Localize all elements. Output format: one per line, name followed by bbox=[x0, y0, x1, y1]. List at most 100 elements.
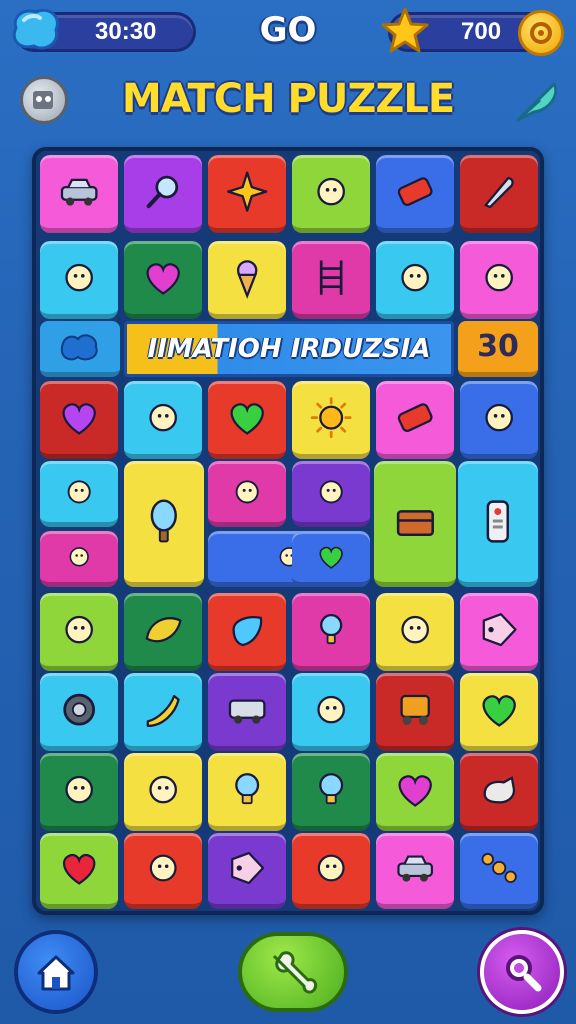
knife-tile[interactable] bbox=[460, 155, 538, 233]
ornament-tile[interactable] bbox=[460, 241, 538, 319]
tape-icon bbox=[485, 403, 513, 432]
gear-icon bbox=[530, 22, 552, 44]
cheese-tile[interactable] bbox=[40, 753, 118, 831]
page-title: MATCH PUZZLE bbox=[121, 76, 455, 122]
tag-tile[interactable] bbox=[460, 593, 538, 671]
tire-tile[interactable] bbox=[40, 673, 118, 751]
banner-left-tile[interactable] bbox=[40, 321, 120, 377]
remote-tile[interactable] bbox=[458, 461, 538, 587]
sun-icon bbox=[310, 397, 352, 438]
balloon-tile[interactable] bbox=[124, 461, 204, 587]
home-button[interactable] bbox=[14, 930, 98, 1014]
scissors-tile[interactable] bbox=[40, 531, 118, 587]
cart-icon bbox=[400, 694, 430, 725]
heart-icon bbox=[230, 403, 264, 435]
gem-icon[interactable] bbox=[10, 6, 64, 52]
robot-toy-tile[interactable] bbox=[40, 241, 118, 319]
tag-icon bbox=[482, 612, 517, 647]
bone-toy-icon bbox=[67, 479, 91, 504]
coin-add-button[interactable] bbox=[518, 10, 564, 56]
magnifier-tile[interactable] bbox=[124, 155, 202, 233]
tool-button[interactable] bbox=[238, 932, 348, 1012]
robot-toy-icon bbox=[65, 263, 93, 292]
ping-pong-icon bbox=[317, 695, 345, 724]
maraca-tile[interactable] bbox=[124, 833, 202, 909]
wrench-icon bbox=[272, 951, 318, 994]
chick-icon bbox=[317, 855, 345, 882]
tape-tile[interactable] bbox=[460, 381, 538, 459]
eraser-tile[interactable] bbox=[376, 381, 454, 459]
shrimp-icon bbox=[317, 177, 345, 206]
heart-icon bbox=[62, 854, 96, 886]
heart-icon bbox=[319, 546, 343, 569]
chick-tile[interactable] bbox=[292, 833, 370, 909]
tire-icon bbox=[63, 693, 95, 726]
tag-tile[interactable] bbox=[208, 833, 286, 909]
star-tile[interactable] bbox=[208, 155, 286, 233]
bulb-icon bbox=[319, 772, 343, 804]
eraser-icon bbox=[397, 403, 433, 432]
ladder-tile[interactable] bbox=[292, 241, 370, 319]
sun-tile[interactable] bbox=[292, 381, 370, 459]
combo-banner: IIMATIOH IRDUZSIA bbox=[124, 321, 454, 377]
car-tile[interactable] bbox=[40, 155, 118, 233]
shrimp-tile[interactable] bbox=[292, 155, 370, 233]
gem-tile[interactable] bbox=[208, 593, 286, 671]
heart-tile[interactable] bbox=[40, 381, 118, 459]
bone-tile[interactable] bbox=[460, 833, 538, 909]
heart-tile[interactable] bbox=[40, 833, 118, 909]
lemon-face-tile[interactable] bbox=[40, 593, 118, 671]
splash-icon bbox=[60, 333, 98, 360]
knife-icon bbox=[484, 176, 514, 209]
lamp-icon bbox=[319, 613, 343, 644]
heart-icon bbox=[398, 775, 432, 807]
drill-tile[interactable] bbox=[376, 241, 454, 319]
maraca-icon bbox=[149, 855, 177, 882]
heart-tile[interactable] bbox=[292, 531, 370, 587]
ice-cream-tile[interactable] bbox=[208, 241, 286, 319]
heart-tile[interactable] bbox=[208, 381, 286, 459]
bottle-icon bbox=[149, 403, 177, 432]
car-icon bbox=[60, 178, 98, 206]
gear-box-tile[interactable] bbox=[292, 461, 370, 527]
bottle-tile[interactable] bbox=[124, 381, 202, 459]
cart-tile[interactable] bbox=[376, 673, 454, 751]
profile-robot-button[interactable] bbox=[20, 76, 68, 124]
heart-icon bbox=[62, 403, 96, 435]
feather-icon[interactable] bbox=[510, 74, 564, 128]
shoe-tile[interactable] bbox=[124, 753, 202, 831]
remote-icon bbox=[486, 500, 510, 543]
chest-tile[interactable] bbox=[374, 461, 456, 587]
gear-box-icon bbox=[319, 479, 343, 504]
bulb-tile[interactable] bbox=[292, 753, 370, 831]
banana-tile[interactable] bbox=[124, 673, 202, 751]
car-tile[interactable] bbox=[376, 833, 454, 909]
banana-icon bbox=[146, 694, 180, 727]
robot-icon bbox=[33, 91, 53, 109]
scissors-icon bbox=[69, 546, 89, 567]
ping-pong-tile[interactable] bbox=[292, 673, 370, 751]
move-counter-text: 30 bbox=[477, 329, 519, 364]
van-icon bbox=[228, 699, 266, 724]
heart-icon bbox=[146, 263, 180, 295]
eraser-tile[interactable] bbox=[376, 155, 454, 233]
search-button[interactable] bbox=[480, 930, 564, 1014]
car-icon bbox=[397, 855, 433, 883]
heart-tile[interactable] bbox=[460, 673, 538, 751]
heart-tile[interactable] bbox=[124, 241, 202, 319]
search-icon bbox=[506, 955, 542, 992]
heart-tile[interactable] bbox=[376, 753, 454, 831]
leaf-tile[interactable] bbox=[124, 593, 202, 671]
bone-toy-tile[interactable] bbox=[40, 461, 118, 527]
dog-icon bbox=[483, 775, 515, 804]
drill-icon bbox=[401, 263, 429, 292]
bead-tile[interactable] bbox=[208, 461, 286, 527]
bulb-tile[interactable] bbox=[208, 753, 286, 831]
dog-tile[interactable] bbox=[460, 753, 538, 831]
go-label[interactable]: GO bbox=[240, 10, 336, 54]
lamp-tile[interactable] bbox=[292, 593, 370, 671]
pencil-tile[interactable] bbox=[376, 593, 454, 671]
chest-icon bbox=[396, 510, 434, 536]
shoe-icon bbox=[149, 775, 177, 804]
van-tile[interactable] bbox=[208, 673, 286, 751]
